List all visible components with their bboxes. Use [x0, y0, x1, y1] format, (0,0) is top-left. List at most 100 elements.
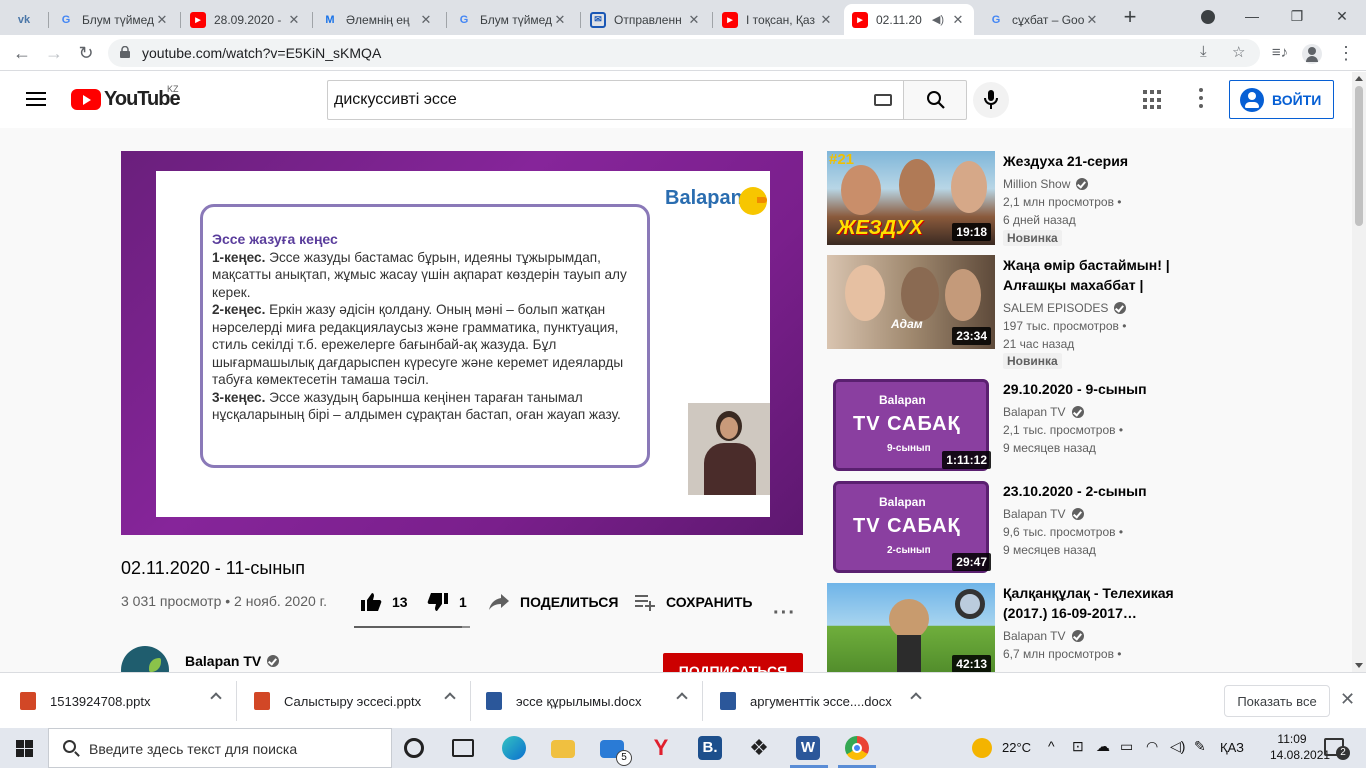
download-item[interactable]: эссе құрылымы.docx — [486, 673, 700, 729]
close-icon[interactable]: ✕ — [686, 12, 702, 28]
download-item[interactable]: 1513924708.pptx — [20, 673, 234, 729]
edge-icon[interactable] — [502, 736, 526, 760]
tab-youtube-2[interactable]: ▶ І тоқсан, Қаз ✕ — [714, 4, 842, 35]
task-view-icon[interactable] — [452, 739, 474, 757]
thumbnail-grade: 9-сынып — [887, 443, 931, 454]
tab-google-2[interactable]: G Блум түймед ✕ — [448, 4, 576, 35]
tab-google-1[interactable]: G Блум түймед ✕ — [50, 4, 178, 35]
video-thumbnail[interactable]: Balapan TV САБАҚ 2-сынып 29:47 — [827, 481, 995, 575]
balapan-logo: Balapan — [665, 187, 743, 209]
minimize-button[interactable]: — — [1238, 4, 1266, 28]
youtube-logo[interactable]: YouTube KZ — [71, 84, 181, 111]
recommendation-item[interactable]: Balapan TV САБАҚ 2-сынып 29:47 23.10.202… — [827, 481, 1197, 577]
back-button[interactable]: ← — [10, 41, 34, 65]
share-button[interactable]: ПОДЕЛИТЬСЯ — [488, 590, 618, 614]
profile-button[interactable] — [1300, 41, 1324, 65]
channel-name[interactable]: Balapan TV — [185, 653, 280, 669]
notification-center-icon[interactable]: 2 — [1324, 738, 1350, 760]
thumbnail-grade: 2-сынып — [887, 545, 931, 556]
chevron-up-icon[interactable] — [210, 692, 222, 704]
word-app-icon[interactable]: W — [796, 736, 820, 760]
tab-youtube-active[interactable]: ▶ 02.11.20 ◀︎) ✕ — [844, 4, 974, 35]
window-close-button[interactable]: ✕ — [1328, 4, 1356, 28]
pen-icon[interactable]: ✎ — [1194, 738, 1206, 778]
recommendation-item[interactable]: Balapan TV САБАҚ 9-сынып 1:11:12 29.10.2… — [827, 379, 1197, 475]
recommendation-item[interactable]: 42:13 Қалқанқұлақ - Телехикая (2017.) 16… — [827, 583, 1197, 672]
search-input[interactable] — [334, 89, 854, 111]
video-thumbnail[interactable]: 42:13 — [827, 583, 995, 672]
video-thumbnail[interactable]: Адам 23:34 — [827, 255, 995, 349]
cortana-icon[interactable] — [404, 738, 424, 758]
mail-app-icon[interactable]: 5 — [600, 740, 632, 766]
search-button[interactable] — [903, 80, 967, 120]
close-icon[interactable]: ✕ — [950, 12, 966, 28]
download-item[interactable]: Салыстыру эссесі.pptx — [254, 673, 468, 729]
taskbar-search[interactable]: Введите здесь текст для поиска — [48, 728, 392, 768]
close-shelf-icon[interactable]: ✕ — [1340, 689, 1355, 710]
recommendation-item[interactable]: #21 ЖЕЗДУХ 19:18 Жездуха 21-серия Millio… — [827, 151, 1197, 247]
close-icon[interactable]: ✕ — [286, 12, 302, 28]
tab-mail[interactable]: ✉ Отправленн ✕ — [582, 4, 710, 35]
apps-grid-icon[interactable] — [1143, 90, 1163, 110]
chevron-up-icon[interactable] — [444, 692, 456, 704]
audio-playing-icon[interactable]: ◀︎) — [932, 13, 944, 26]
speaker-icon[interactable]: ◁) — [1170, 738, 1185, 778]
close-icon[interactable]: ✕ — [418, 12, 434, 28]
wifi-icon[interactable]: ◠ — [1146, 738, 1158, 778]
page-scrollbar[interactable] — [1352, 72, 1366, 672]
input-language[interactable]: ҚАЗ — [1220, 740, 1244, 780]
address-bar[interactable]: youtube.com/watch?v=E5KiN_sKMQA ⤓ ☆ — [108, 39, 1260, 67]
close-icon[interactable]: ✕ — [1084, 12, 1100, 28]
tab-vk[interactable]: vk — [8, 4, 48, 35]
download-item[interactable]: аргументтік эссе....docx — [720, 673, 934, 729]
more-actions-icon[interactable]: ··· — [773, 602, 796, 625]
close-icon[interactable]: ✕ — [154, 12, 170, 28]
weather-sun-icon[interactable] — [972, 738, 992, 758]
system-clock[interactable]: 11:09 14.08.2021 — [1270, 731, 1330, 763]
settings-more-icon[interactable] — [1198, 88, 1204, 110]
sign-in-button[interactable]: ВОЙТИ — [1229, 80, 1334, 119]
battery-icon[interactable]: ▭ — [1120, 738, 1133, 778]
cloud-icon[interactable]: ☁ — [1096, 738, 1110, 778]
tab-youtube-1[interactable]: ▶ 28.09.2020 - ✕ — [182, 4, 310, 35]
dislike-button[interactable]: 1 — [427, 590, 467, 614]
bookmark-star-icon[interactable]: ☆ — [1232, 43, 1245, 61]
restore-button[interactable]: ❐ — [1283, 4, 1311, 28]
close-icon[interactable]: ✕ — [818, 12, 834, 28]
recommendation-item[interactable]: Адам 23:34 Жаңа өмір бастаймын! | Алғашқ… — [827, 255, 1197, 369]
dropbox-icon[interactable]: ❖ — [747, 736, 771, 760]
chrome-app-icon[interactable] — [845, 736, 869, 760]
close-icon[interactable]: ✕ — [552, 12, 568, 28]
keyboard-icon[interactable] — [874, 94, 892, 106]
media-control-icon[interactable]: ≡♪ — [1268, 41, 1292, 65]
video-thumbnail[interactable]: Balapan TV САБАҚ 9-сынып 1:11:12 — [827, 379, 995, 473]
scroll-up-icon[interactable] — [1355, 76, 1363, 81]
tab-search-button[interactable] — [1194, 4, 1222, 28]
file-explorer-icon[interactable] — [551, 740, 575, 758]
video-thumbnail[interactable]: #21 ЖЕЗДУХ 19:18 — [827, 151, 995, 245]
show-hidden-icons[interactable]: ^ — [1048, 738, 1055, 778]
chrome-menu-icon[interactable]: ⋮ — [1334, 41, 1358, 65]
install-icon[interactable]: ⤓ — [1200, 43, 1207, 60]
tab-m[interactable]: M Әлемнің ең ✕ — [314, 4, 442, 35]
chevron-up-icon[interactable] — [676, 692, 688, 704]
network-icon[interactable]: ⊡ — [1072, 738, 1084, 778]
forward-button[interactable]: → — [42, 41, 66, 65]
recommendation-title: Жездуха 21-серия — [1003, 153, 1129, 169]
chevron-up-icon[interactable] — [910, 692, 922, 704]
windows-start-icon[interactable] — [16, 740, 33, 757]
reload-button[interactable]: ↻ — [74, 41, 98, 65]
yandex-icon[interactable]: Y — [649, 736, 673, 760]
menu-icon[interactable] — [26, 92, 46, 106]
show-all-downloads-button[interactable]: Показать все — [1224, 685, 1330, 717]
new-tab-button[interactable]: + — [1118, 6, 1142, 30]
scroll-down-icon[interactable] — [1355, 663, 1363, 668]
tab-google-3[interactable]: G сұхбат – Goo ✕ — [980, 4, 1108, 35]
video-player[interactable]: Balapan Эссе жазуға кеңес 1-кеңес. Эссе … — [121, 151, 803, 535]
like-button[interactable]: 13 — [360, 590, 408, 614]
scrollbar-thumb[interactable] — [1355, 86, 1363, 226]
vk-app-icon[interactable]: B. — [698, 736, 722, 760]
voice-search-button[interactable] — [973, 82, 1009, 118]
weather-temperature[interactable]: 22°C — [1002, 740, 1031, 780]
save-button[interactable]: СОХРАНИТЬ — [634, 590, 752, 614]
